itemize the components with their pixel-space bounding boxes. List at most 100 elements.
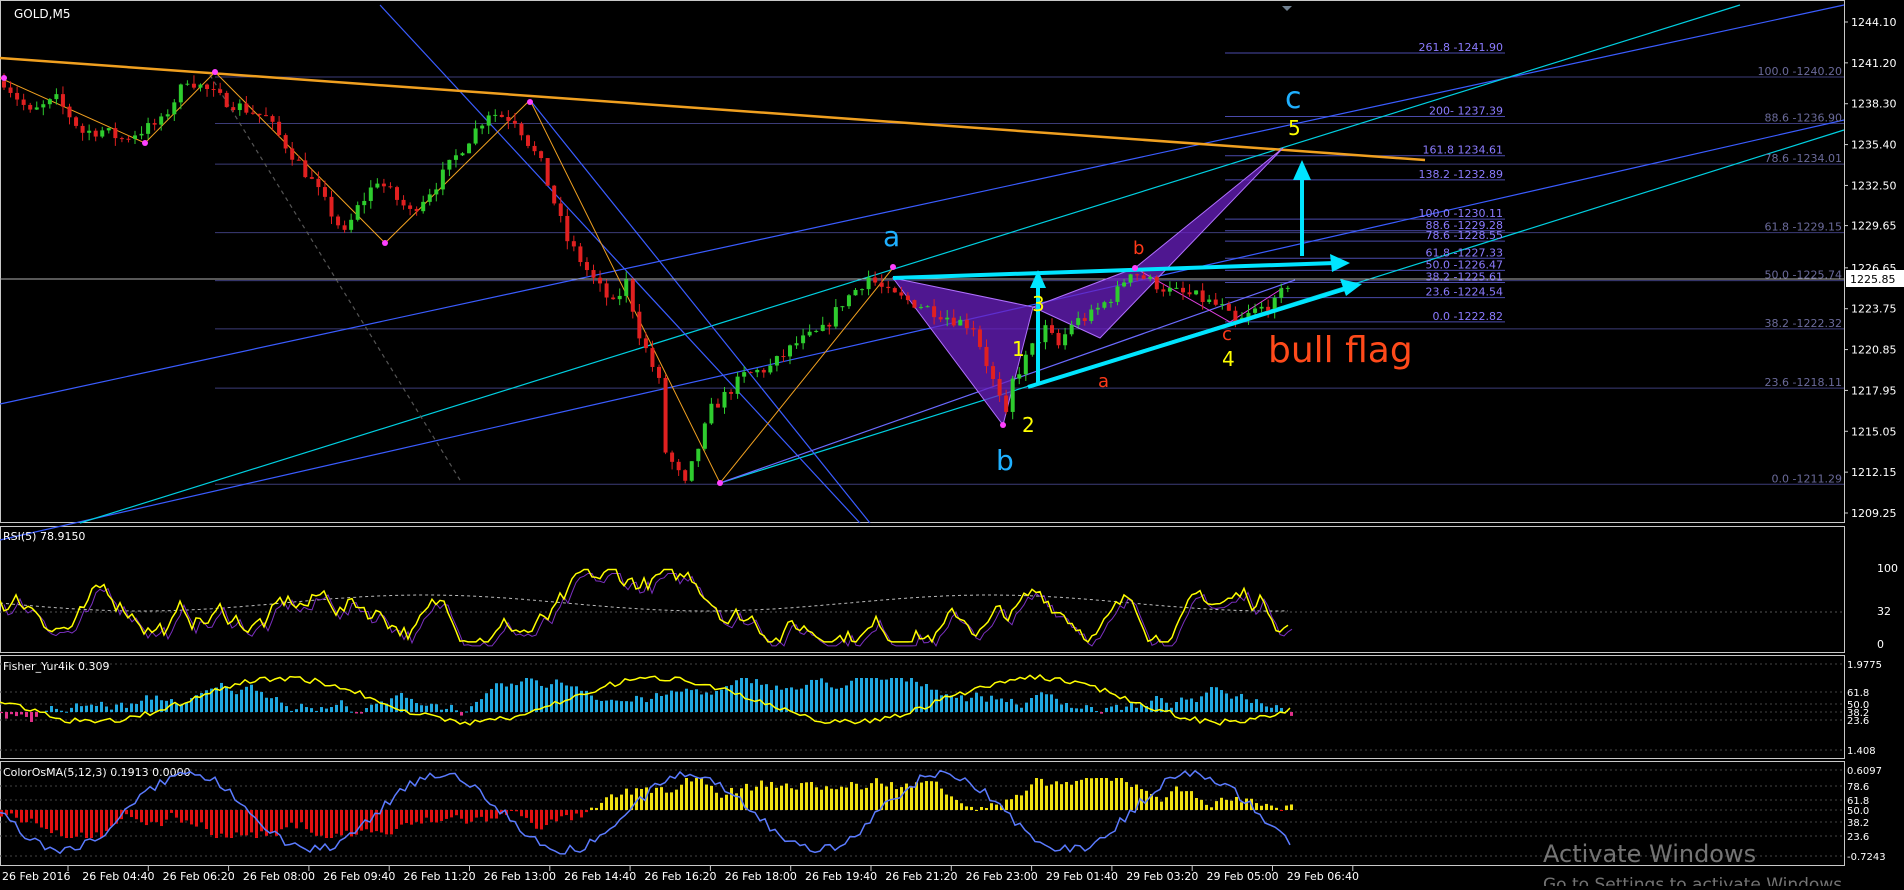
- fisher-bar: [350, 711, 353, 713]
- fisher-bar: [595, 699, 598, 712]
- fisher-bar: [615, 700, 618, 712]
- fisher-bar: [1060, 704, 1063, 712]
- fisher-bar: [1235, 696, 1238, 712]
- fisher-bar: [1030, 698, 1033, 712]
- fisher-bar: [910, 678, 913, 712]
- fisher-bar: [495, 683, 498, 712]
- fisher-bar: [50, 705, 53, 712]
- candle-body: [41, 104, 46, 108]
- osma-bar: [440, 810, 443, 822]
- fisher-bar: [85, 705, 88, 712]
- fisher-bar: [515, 685, 518, 712]
- osma-bar: [1240, 802, 1243, 810]
- candle-body: [1226, 304, 1231, 311]
- candle-body: [467, 143, 472, 154]
- fisher-bar: [450, 704, 453, 712]
- fisher-bar: [60, 710, 63, 712]
- chart-canvas[interactable]: a b c 1 2 3 4 5 a b c bull flag 261.8 -1…: [0, 0, 1904, 890]
- wave-label-a-small: a: [1098, 371, 1109, 392]
- osma-bar: [450, 810, 453, 818]
- osma-bar: [925, 781, 928, 810]
- candle-body: [303, 160, 308, 178]
- fisher-bar: [1255, 699, 1258, 712]
- fisher-bar: [645, 702, 648, 712]
- time-tick-label: 29 Feb 03:20: [1126, 870, 1198, 883]
- bull-flag-label: bull flag: [1268, 330, 1413, 371]
- osma-bar: [170, 810, 173, 813]
- osma-bar: [720, 797, 723, 810]
- fisher-bar: [130, 703, 133, 712]
- fisher-bar: [365, 708, 368, 712]
- fisher-bar: [750, 683, 753, 712]
- fib-level-label: 261.8 -1241.90: [1419, 41, 1503, 54]
- fisher-bar: [245, 686, 248, 712]
- candle-body: [237, 103, 242, 111]
- price-tick-label: 1238.30: [1851, 98, 1897, 111]
- fisher-bar: [685, 688, 688, 712]
- fisher-bar: [1085, 705, 1088, 712]
- osma-bar: [870, 783, 873, 810]
- fib-level-label: 0.0 -1222.82: [1433, 310, 1503, 323]
- fisher-bar: [295, 709, 298, 712]
- candle-body: [624, 279, 629, 296]
- osma-level-label: 50.0: [1847, 806, 1869, 817]
- osma-bar: [1060, 784, 1063, 810]
- candle-body: [879, 282, 884, 287]
- osma-bar: [960, 803, 963, 810]
- candle-body: [991, 366, 996, 380]
- osma-bar: [395, 810, 398, 829]
- fisher-bar: [1055, 698, 1058, 712]
- osma-bar: [725, 794, 728, 810]
- osma-bar: [315, 810, 318, 836]
- candle-body: [178, 84, 183, 103]
- rsi-level-0: 0: [1877, 638, 1884, 651]
- candle-body: [892, 288, 897, 293]
- fisher-bar: [730, 685, 733, 712]
- candle-body: [316, 178, 321, 188]
- candle-body: [198, 84, 203, 88]
- fisher-bar: [860, 678, 863, 712]
- osma-bar: [1290, 804, 1293, 810]
- osma-bar: [795, 789, 798, 810]
- osma-bar: [230, 810, 233, 838]
- fisher-bar: [345, 706, 348, 712]
- current-price-label: 1225.85: [1850, 273, 1896, 286]
- time-tick-label: 26 Feb 09:40: [323, 870, 395, 883]
- osma-bar: [560, 810, 563, 817]
- candle-body: [591, 270, 596, 278]
- candle-body: [172, 102, 177, 115]
- fisher-bar: [430, 703, 433, 712]
- wave-label-a-big: a: [883, 220, 900, 253]
- candle-body: [853, 289, 858, 296]
- osma-bar: [385, 810, 388, 835]
- fisher-bar: [1220, 690, 1223, 712]
- candle-body: [1187, 292, 1192, 295]
- fisher-bar: [75, 703, 78, 712]
- fisher-bar: [150, 699, 153, 712]
- osma-bar: [200, 810, 203, 823]
- fisher-bar: [970, 697, 973, 712]
- candle-body: [643, 338, 648, 349]
- candle-body: [408, 205, 413, 209]
- candle-body: [1181, 287, 1185, 293]
- osma-level-label: -0.7243: [1847, 852, 1886, 863]
- candle-body: [159, 116, 164, 125]
- fisher-bar: [710, 694, 713, 712]
- osma-bar: [665, 792, 668, 810]
- fisher-bar: [440, 709, 443, 712]
- osma-bar: [1075, 780, 1078, 810]
- chart-window[interactable]: a b c 1 2 3 4 5 a b c bull flag 261.8 -1…: [0, 0, 1904, 890]
- osma-bar: [100, 810, 103, 838]
- osma-bar: [70, 810, 73, 838]
- osma-bar: [660, 787, 663, 810]
- fisher-bar: [340, 700, 343, 712]
- candle-body: [945, 317, 950, 320]
- candle-body: [938, 317, 943, 320]
- fisher-bar: [410, 698, 413, 712]
- osma-bar: [50, 810, 53, 834]
- fisher-bar: [0, 712, 3, 714]
- osma-level-label: 38.2: [1847, 818, 1869, 829]
- osma-bar: [335, 810, 338, 834]
- candle-body: [1095, 307, 1100, 310]
- fisher-bar: [575, 686, 578, 712]
